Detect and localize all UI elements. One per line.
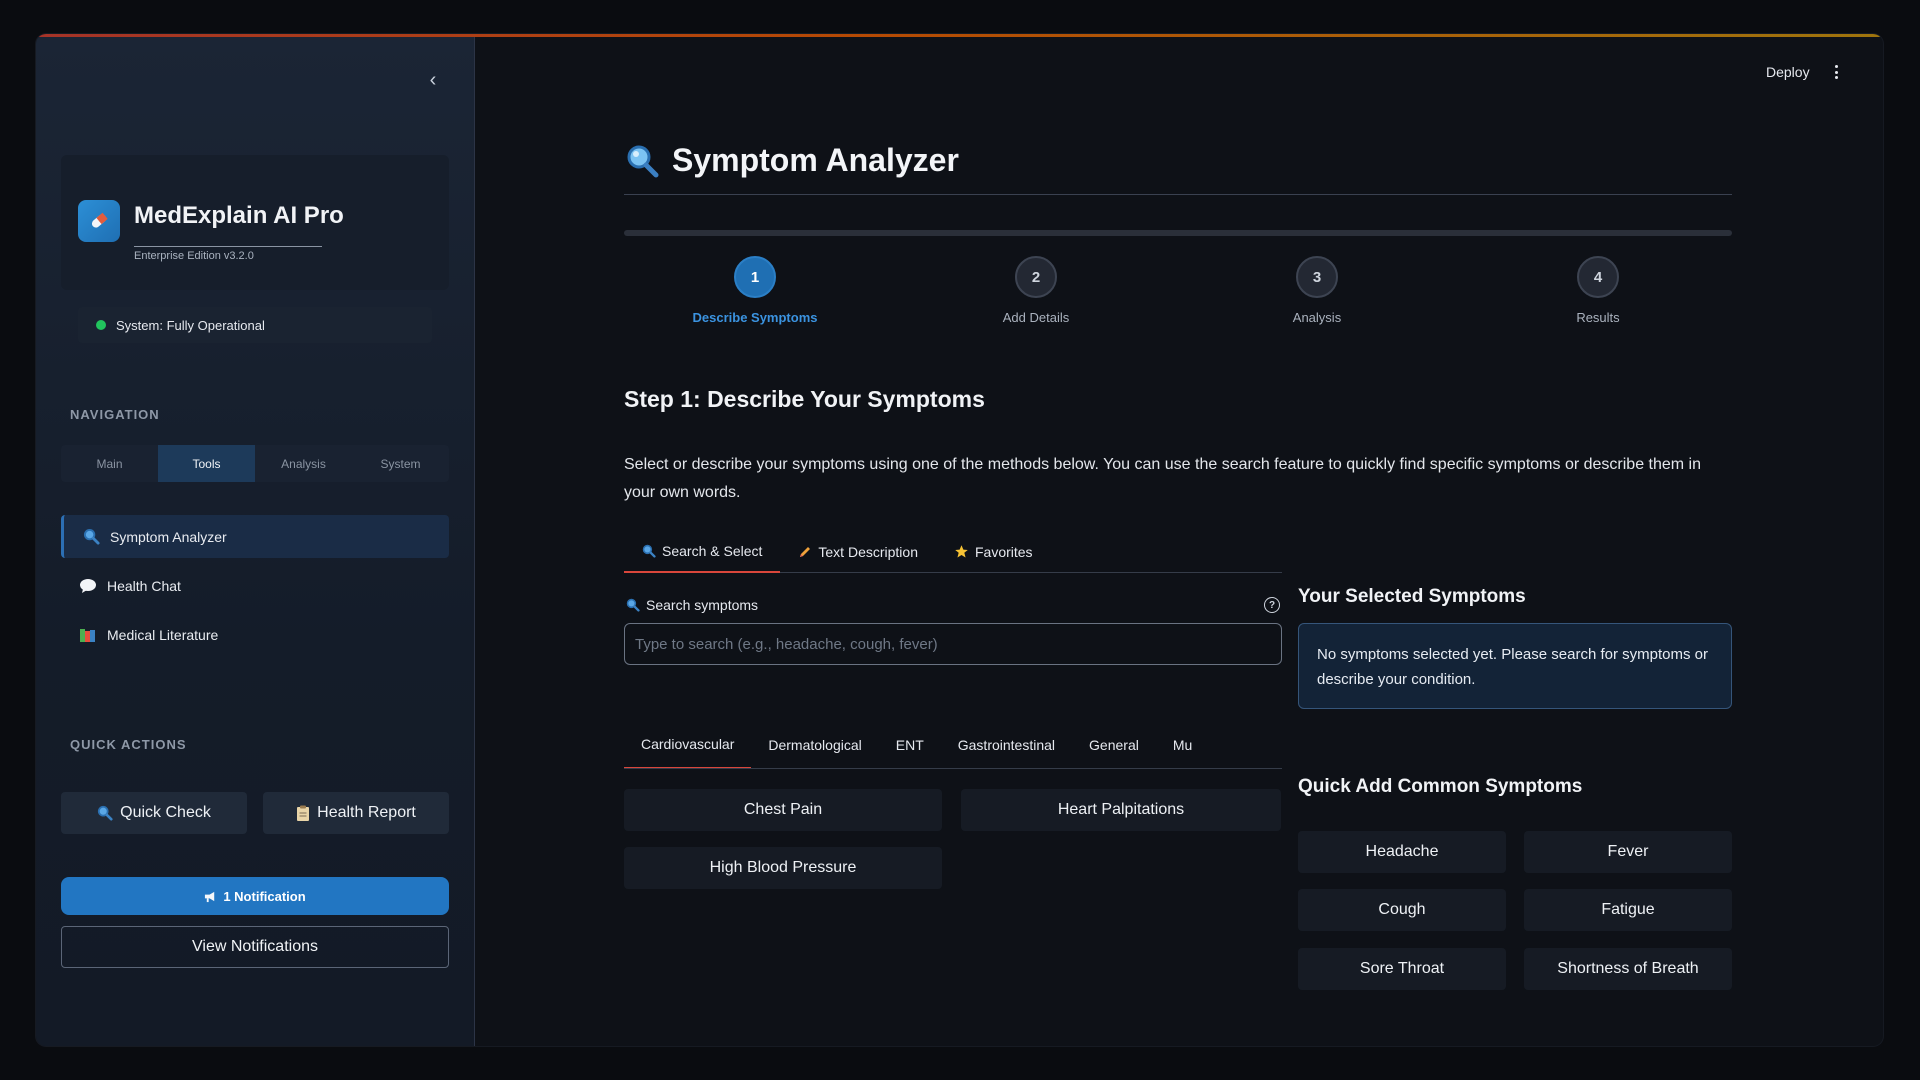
navigation-tabs: Main Tools Analysis System bbox=[61, 445, 449, 482]
search-label-text: Search symptoms bbox=[646, 597, 759, 613]
quick-actions-label: QUICK ACTIONS bbox=[70, 737, 187, 752]
quick-check-button[interactable]: Quick Check bbox=[61, 792, 247, 834]
notification-label: 1 Notification bbox=[223, 888, 306, 904]
collapse-sidebar-button[interactable]: ‹ bbox=[420, 67, 446, 93]
view-notifications-button[interactable]: View Notifications bbox=[61, 926, 449, 968]
tab-text-description[interactable]: Text Description bbox=[780, 530, 936, 573]
quick-add-shortness-of-breath-button[interactable]: Shortness of Breath bbox=[1524, 948, 1732, 990]
speech-bubble-icon bbox=[77, 578, 99, 594]
clipboard-icon bbox=[296, 805, 310, 822]
tab-gastrointestinal[interactable]: Gastrointestinal bbox=[941, 721, 1072, 768]
step-description: Select or describe your symptoms using o… bbox=[624, 456, 1701, 501]
title-divider bbox=[624, 194, 1732, 195]
tab-search-select[interactable]: Search & Select bbox=[624, 530, 781, 573]
tab-ent[interactable]: ENT bbox=[879, 721, 941, 768]
system-status-text: System: Fully Operational bbox=[116, 317, 265, 333]
notification-button[interactable]: 1 Notification bbox=[61, 877, 449, 915]
pill-icon bbox=[78, 200, 120, 242]
step-number: 1 bbox=[734, 256, 776, 298]
nav-tab-tools[interactable]: Tools bbox=[158, 445, 255, 482]
tab-label: Search & Select bbox=[662, 542, 763, 559]
step-label: Describe Symptoms bbox=[692, 310, 818, 325]
system-status: System: Fully Operational bbox=[78, 307, 432, 343]
selected-symptoms-empty-message: No symptoms selected yet. Please search … bbox=[1298, 623, 1732, 709]
app-window: ‹ MedExplain AI Pro Enterprise Edition v… bbox=[36, 34, 1883, 1046]
selected-symptoms-heading: Your Selected Symptoms bbox=[1298, 586, 1526, 607]
status-dot-icon bbox=[96, 320, 106, 330]
nav-tab-analysis[interactable]: Analysis bbox=[255, 445, 352, 482]
step-label: Analysis bbox=[1292, 310, 1342, 325]
star-icon bbox=[954, 544, 969, 559]
navigation-label: NAVIGATION bbox=[70, 407, 160, 422]
step-label: Results bbox=[1576, 310, 1620, 325]
tab-general[interactable]: General bbox=[1072, 721, 1156, 768]
help-icon[interactable]: ? bbox=[1264, 597, 1280, 613]
step-number: 4 bbox=[1577, 256, 1619, 298]
magnifier-icon bbox=[97, 805, 113, 821]
health-report-button[interactable]: Health Report bbox=[263, 792, 449, 834]
quick-add-sore-throat-button[interactable]: Sore Throat bbox=[1298, 948, 1506, 990]
more-menu-icon[interactable] bbox=[1831, 62, 1841, 82]
step-number: 3 bbox=[1296, 256, 1338, 298]
page-title-text: Symptom Analyzer bbox=[672, 142, 959, 178]
books-icon bbox=[77, 627, 99, 643]
search-input[interactable] bbox=[624, 623, 1282, 665]
quick-add-heading: Quick Add Common Symptoms bbox=[1298, 776, 1583, 797]
chest-pain-button[interactable]: Chest Pain bbox=[624, 789, 942, 831]
brand-subtitle: Enterprise Edition v3.2.0 bbox=[134, 246, 322, 262]
category-tabs: Cardiovascular Dermatological ENT Gastro… bbox=[624, 721, 1282, 769]
brand-card: MedExplain AI Pro Enterprise Edition v3.… bbox=[61, 155, 449, 290]
quick-add-headache-button[interactable]: Headache bbox=[1298, 831, 1506, 873]
tab-favorites[interactable]: Favorites bbox=[936, 530, 1051, 573]
progress-bar bbox=[624, 230, 1732, 236]
sidebar-item-symptom-analyzer[interactable]: Symptom Analyzer bbox=[61, 515, 449, 558]
quick-check-label: Quick Check bbox=[120, 804, 211, 821]
page-title: Symptom Analyzer bbox=[624, 142, 959, 179]
magnifier-icon bbox=[624, 143, 660, 179]
high-blood-pressure-button[interactable]: High Blood Pressure bbox=[624, 847, 942, 889]
magnifier-icon bbox=[80, 528, 102, 545]
tab-label: Favorites bbox=[974, 543, 1033, 560]
magnifier-icon bbox=[642, 544, 656, 558]
magnifier-icon bbox=[626, 598, 640, 612]
input-method-tabs: Search & Select Text Description Favorit… bbox=[624, 530, 1282, 573]
nav-tab-main[interactable]: Main bbox=[61, 445, 158, 482]
pencil-icon bbox=[798, 545, 812, 559]
quick-add-fever-button[interactable]: Fever bbox=[1524, 831, 1732, 873]
tab-musculoskeletal[interactable]: Mu bbox=[1156, 721, 1209, 768]
step-heading: Step 1: Describe Your Symptoms bbox=[624, 386, 985, 412]
megaphone-icon bbox=[204, 890, 217, 903]
nav-tab-system[interactable]: System bbox=[352, 445, 449, 482]
sidebar-item-health-chat[interactable]: Health Chat bbox=[61, 564, 449, 607]
sidebar-item-label: Medical Literature bbox=[107, 626, 219, 643]
health-report-label: Health Report bbox=[317, 804, 416, 821]
quick-add-cough-button[interactable]: Cough bbox=[1298, 889, 1506, 931]
brand-title: MedExplain AI Pro bbox=[134, 202, 344, 229]
sidebar-item-label: Health Chat bbox=[107, 577, 181, 594]
tab-cardiovascular[interactable]: Cardiovascular bbox=[624, 721, 752, 768]
step-1[interactable]: 1 Describe Symptoms bbox=[655, 256, 855, 325]
deploy-button[interactable]: Deploy bbox=[1766, 64, 1810, 80]
step-4[interactable]: 4 Results bbox=[1498, 256, 1698, 325]
step-3[interactable]: 3 Analysis bbox=[1217, 256, 1417, 325]
step-label: Add Details bbox=[1002, 310, 1070, 325]
sidebar-item-medical-literature[interactable]: Medical Literature bbox=[61, 613, 449, 656]
heart-palpitations-button[interactable]: Heart Palpitations bbox=[961, 789, 1281, 831]
sidebar-item-label: Symptom Analyzer bbox=[110, 528, 227, 545]
step-number: 2 bbox=[1015, 256, 1057, 298]
search-label: Search symptoms bbox=[626, 597, 758, 613]
quick-add-fatigue-button[interactable]: Fatigue bbox=[1524, 889, 1732, 931]
tab-label: Text Description bbox=[818, 543, 918, 560]
step-2[interactable]: 2 Add Details bbox=[936, 256, 1136, 325]
tab-dermatological[interactable]: Dermatological bbox=[751, 721, 878, 768]
sidebar: ‹ MedExplain AI Pro Enterprise Edition v… bbox=[36, 37, 475, 1046]
